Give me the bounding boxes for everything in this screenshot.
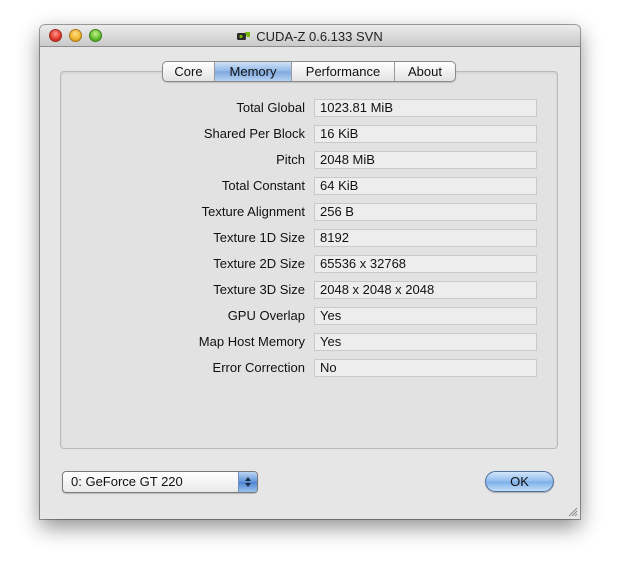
tab-bar: Core Memory Performance About <box>162 61 456 82</box>
info-row-error-correction: Error Correction No <box>40 359 580 377</box>
info-value[interactable]: Yes <box>314 333 537 351</box>
info-label: Texture Alignment <box>201 204 305 219</box>
info-label: Shared Per Block <box>203 126 305 141</box>
info-label: Total Constant <box>221 178 305 193</box>
info-row-total-constant: Total Constant 64 KiB <box>40 177 580 195</box>
info-row-map-host-memory: Map Host Memory Yes <box>40 333 580 351</box>
ok-button[interactable]: OK <box>485 471 554 492</box>
info-label: Texture 2D Size <box>213 256 305 271</box>
title-group: CUDA-Z 0.6.133 SVN <box>40 25 580 47</box>
info-label: Texture 3D Size <box>213 282 305 297</box>
info-row-shared-per-block: Shared Per Block 16 KiB <box>40 125 580 143</box>
info-value[interactable]: Yes <box>314 307 537 325</box>
up-down-arrows-icon[interactable] <box>238 472 257 492</box>
info-row-texture-alignment: Texture Alignment 256 B <box>40 203 580 221</box>
info-value[interactable]: 2048 MiB <box>314 151 537 169</box>
info-label: GPU Overlap <box>227 308 305 323</box>
device-select-value: 0: GeForce GT 220 <box>71 474 183 489</box>
info-row-pitch: Pitch 2048 MiB <box>40 151 580 169</box>
info-label: Texture 1D Size <box>213 230 305 245</box>
device-select[interactable]: 0: GeForce GT 220 <box>62 471 258 493</box>
info-value[interactable]: 2048 x 2048 x 2048 <box>314 281 537 299</box>
info-row-total-global: Total Global 1023.81 MiB <box>40 99 580 117</box>
info-row-texture-2d-size: Texture 2D Size 65536 x 32768 <box>40 255 580 273</box>
tab-performance[interactable]: Performance <box>292 62 395 81</box>
title-bar[interactable]: CUDA-Z 0.6.133 SVN <box>40 25 580 47</box>
info-value[interactable]: No <box>314 359 537 377</box>
cuda-z-app-icon <box>237 32 251 40</box>
info-row-texture-3d-size: Texture 3D Size 2048 x 2048 x 2048 <box>40 281 580 299</box>
info-value[interactable]: 64 KiB <box>314 177 537 195</box>
info-row-gpu-overlap: GPU Overlap Yes <box>40 307 580 325</box>
tab-memory[interactable]: Memory <box>215 62 292 81</box>
info-row-texture-1d-size: Texture 1D Size 8192 <box>40 229 580 247</box>
info-label: Map Host Memory <box>198 334 305 349</box>
info-value[interactable]: 8192 <box>314 229 537 247</box>
info-label: Total Global <box>236 100 305 115</box>
app-window: CUDA-Z 0.6.133 SVN Core Memory Performan… <box>40 25 580 519</box>
tab-about[interactable]: About <box>395 62 455 81</box>
info-label: Error Correction <box>212 360 305 375</box>
info-value[interactable]: 65536 x 32768 <box>314 255 537 273</box>
info-value[interactable]: 1023.81 MiB <box>314 99 537 117</box>
window-title: CUDA-Z 0.6.133 SVN <box>256 28 383 44</box>
tab-core[interactable]: Core <box>163 62 215 81</box>
info-value[interactable]: 16 KiB <box>314 125 537 143</box>
resize-grip-icon[interactable] <box>567 506 578 517</box>
info-value[interactable]: 256 B <box>314 203 537 221</box>
info-label: Pitch <box>276 152 305 167</box>
